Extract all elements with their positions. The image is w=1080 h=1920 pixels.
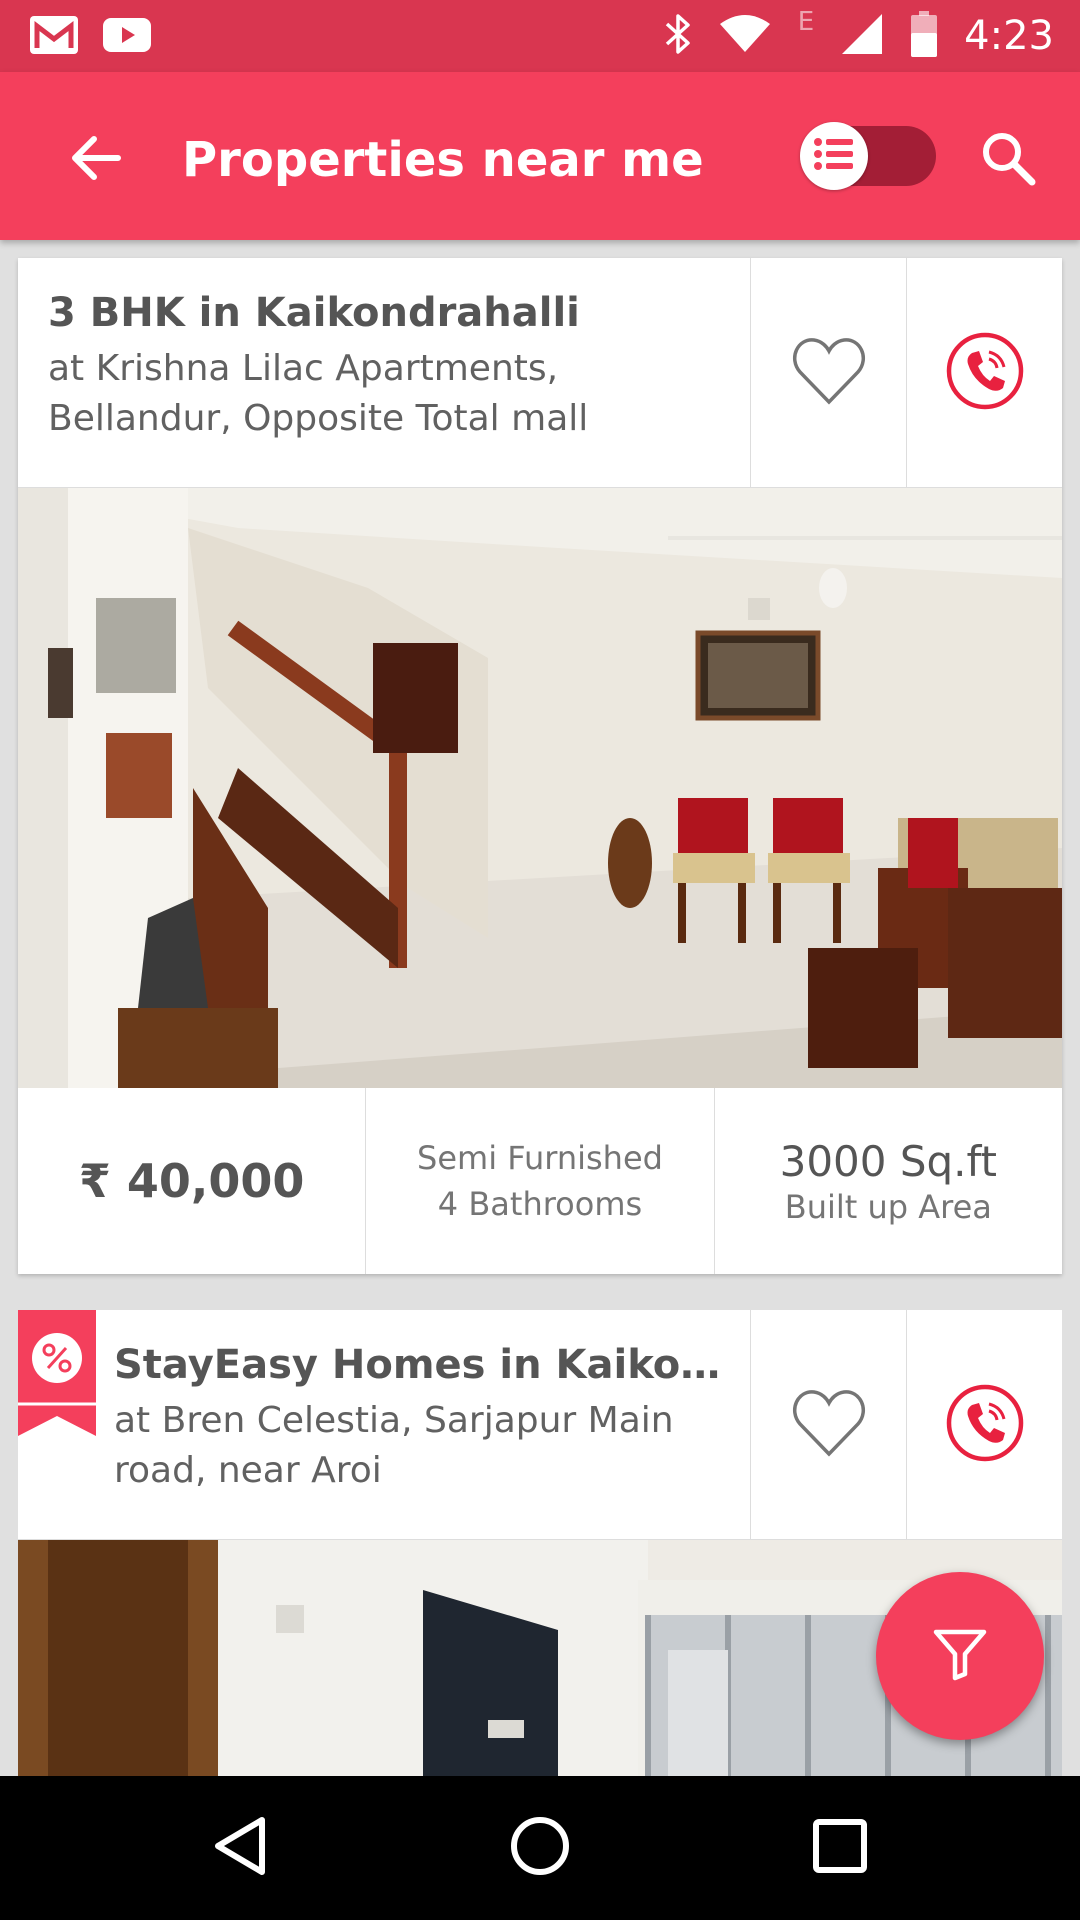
recents-square-icon	[810, 1816, 870, 1880]
wifi-icon	[718, 14, 772, 58]
phone-icon	[945, 331, 1025, 415]
heart-icon	[792, 336, 866, 410]
bathroom-count: 4 Bathrooms	[437, 1185, 643, 1223]
favorite-button[interactable]	[750, 1310, 906, 1540]
call-button[interactable]	[906, 1310, 1062, 1540]
listing-address: at Bren Celestia, Sarjapur Main road, ne…	[114, 1400, 674, 1491]
furnishing-status: Semi Furnished	[417, 1139, 663, 1177]
list-map-toggle[interactable]	[800, 120, 938, 192]
search-button[interactable]	[972, 124, 1044, 196]
network-type-label: E	[797, 7, 815, 37]
battery-icon	[910, 11, 938, 61]
arrow-left-icon	[70, 135, 122, 185]
gmail-icon	[28, 14, 80, 60]
filter-icon	[930, 1624, 990, 1688]
favorite-button[interactable]	[750, 258, 906, 488]
nav-recents-button[interactable]	[800, 1808, 880, 1888]
heart-icon	[792, 1388, 866, 1462]
listing-photo[interactable]	[18, 488, 1062, 1088]
area-label: Built up Area	[784, 1188, 992, 1226]
listing-stats: ₹ 40,000 Semi Furnished 4 Bathrooms 3000…	[18, 1088, 1062, 1274]
listing-header: StayEasy Homes in Kaikon… at Bren Celest…	[18, 1310, 1062, 1540]
filter-fab[interactable]	[876, 1572, 1044, 1740]
signal-icon	[840, 12, 884, 60]
nav-back-button[interactable]	[200, 1808, 280, 1888]
toggle-knob[interactable]	[800, 122, 868, 190]
search-icon	[980, 130, 1036, 190]
system-nav-bar	[0, 1776, 1080, 1920]
back-button[interactable]	[60, 124, 132, 196]
price-cell: ₹ 40,000	[18, 1088, 367, 1274]
youtube-icon	[102, 16, 152, 58]
listing-title[interactable]: 3 BHK in Kaikondrahalli	[48, 290, 748, 336]
listing-title[interactable]: StayEasy Homes in Kaikon…	[114, 1342, 734, 1388]
status-bar: E 4:23	[0, 0, 1080, 72]
list-view-icon	[813, 136, 855, 176]
back-triangle-icon	[210, 1814, 270, 1882]
home-circle-icon	[508, 1814, 572, 1882]
bluetooth-icon	[664, 12, 692, 60]
call-button[interactable]	[906, 258, 1062, 488]
listing-address: at Krishna Lilac Apartments, Bellandur, …	[48, 348, 589, 439]
clock: 4:23	[964, 13, 1054, 59]
area-cell: 3000 Sq.ft Built up Area	[715, 1088, 1062, 1274]
details-cell: Semi Furnished 4 Bathrooms	[366, 1088, 715, 1274]
app-bar: Properties near me	[0, 72, 1080, 240]
nav-home-button[interactable]	[500, 1808, 580, 1888]
phone-icon	[945, 1383, 1025, 1467]
area-value: 3000 Sq.ft	[779, 1137, 998, 1186]
page-title: Properties near me	[182, 132, 704, 188]
listing-header: 3 BHK in Kaikondrahalli at Krishna Lilac…	[18, 258, 1062, 488]
listing-price: ₹ 40,000	[78, 1154, 305, 1208]
listing-card[interactable]: 3 BHK in Kaikondrahalli at Krishna Lilac…	[18, 258, 1062, 1274]
